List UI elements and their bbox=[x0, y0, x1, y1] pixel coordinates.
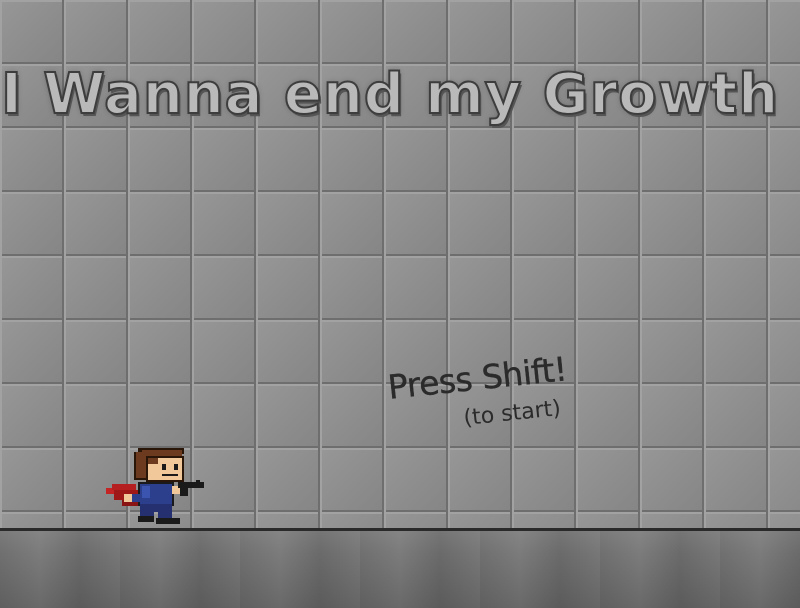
player-character bbox=[106, 448, 204, 524]
gun-icon bbox=[178, 480, 204, 496]
game-screen: I Wanna end my Growth Press Shift! (to s… bbox=[0, 0, 800, 608]
floor-platform bbox=[0, 528, 800, 608]
to-start-text: (to start) bbox=[462, 396, 562, 432]
game-title: I Wanna end my Growth bbox=[0, 61, 780, 128]
